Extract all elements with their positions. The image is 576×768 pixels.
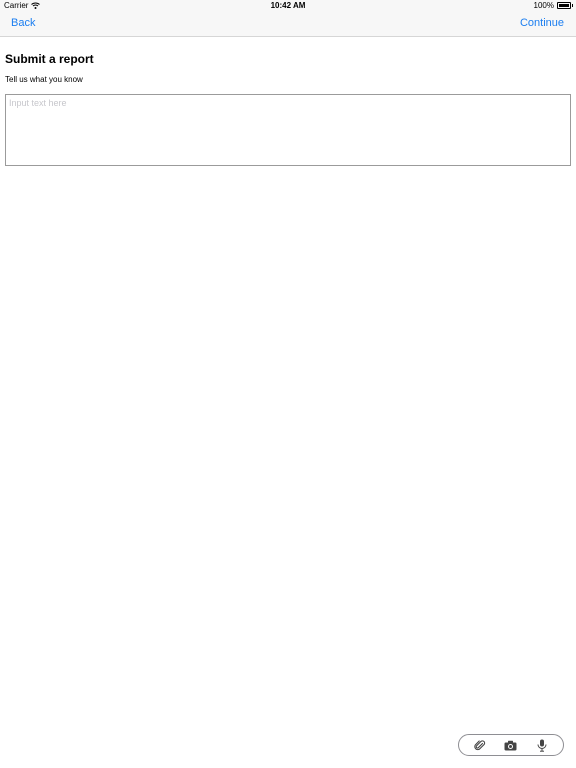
camera-button[interactable] xyxy=(501,736,521,754)
page-title: Submit a report xyxy=(5,52,94,66)
status-time: 10:42 AM xyxy=(270,1,306,10)
battery-indicator: 100% xyxy=(533,1,573,10)
microphone-button[interactable] xyxy=(532,736,552,754)
report-text-input[interactable] xyxy=(5,94,571,166)
battery-percent: 100% xyxy=(533,1,554,10)
attach-button[interactable] xyxy=(470,736,490,754)
battery-icon xyxy=(557,2,573,9)
status-bar: Carrier 10:42 AM 100% xyxy=(0,0,576,12)
microphone-icon xyxy=(537,739,547,752)
navigation-bar: Back Continue xyxy=(0,12,576,37)
attachment-toolbar xyxy=(458,734,564,756)
camera-icon xyxy=(504,740,517,750)
continue-button[interactable]: Continue xyxy=(520,17,564,29)
back-button[interactable]: Back xyxy=(11,17,35,29)
prompt-label: Tell us what you know xyxy=(5,75,83,84)
paperclip-icon xyxy=(474,740,486,751)
